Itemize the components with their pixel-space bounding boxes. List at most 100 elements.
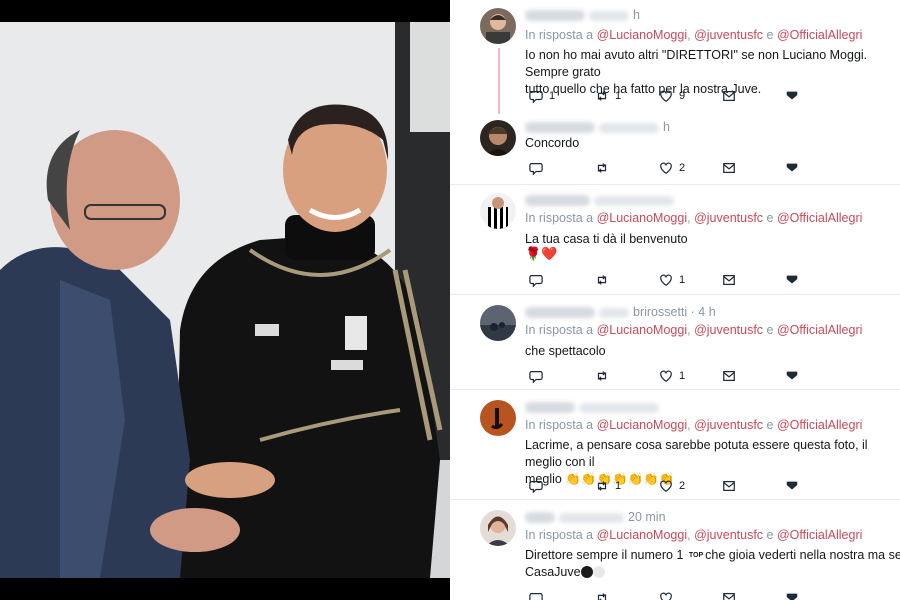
- mention-link[interactable]: @LucianoMoggi: [597, 323, 688, 337]
- like-icon: [660, 90, 672, 102]
- like-icon: [660, 162, 672, 174]
- reply-button[interactable]: [529, 590, 543, 600]
- like-icon: [660, 592, 672, 600]
- mention-link[interactable]: @juventusfc: [694, 418, 763, 432]
- message-icon: [723, 593, 735, 600]
- reply-icon: [529, 593, 543, 600]
- avatar[interactable]: [480, 510, 516, 546]
- reply-context: In risposta a @LucianoMoggi, @juventusfc…: [525, 323, 863, 337]
- avatar[interactable]: [480, 305, 516, 341]
- mention-link[interactable]: @OfficialAllegri: [777, 211, 862, 225]
- mention-link[interactable]: @juventusfc: [694, 28, 763, 42]
- retweet-icon: [597, 163, 607, 173]
- mention-link[interactable]: @OfficialAllegri: [777, 418, 862, 432]
- like-button[interactable]: 9: [659, 88, 685, 104]
- bookmark-icon: [786, 91, 798, 100]
- avatar[interactable]: [480, 120, 516, 156]
- tweet-actions: 1: [525, 368, 825, 384]
- tweet-6[interactable]: 20 min In risposta a @LucianoMoggi, @juv…: [450, 500, 900, 600]
- retweet-button[interactable]: [595, 272, 615, 288]
- like-button[interactable]: 1: [659, 272, 685, 288]
- bookmark-button[interactable]: [785, 478, 799, 494]
- reply-button[interactable]: [529, 478, 549, 494]
- message-icon: [723, 481, 735, 491]
- retweet-button[interactable]: [595, 368, 615, 384]
- reply-icon: [529, 481, 543, 493]
- like-icon: [660, 370, 672, 382]
- bookmark-button[interactable]: [785, 590, 799, 600]
- reply-button[interactable]: [529, 160, 549, 176]
- reply-context: In risposta a @LucianoMoggi, @juventusfc…: [525, 528, 863, 542]
- mention-link[interactable]: @LucianoMoggi: [597, 211, 688, 225]
- tweet-3[interactable]: In risposta a @LucianoMoggi, @juventusfc…: [450, 185, 900, 295]
- tweet-5[interactable]: In risposta a @LucianoMoggi, @juventusfc…: [450, 390, 900, 500]
- message-button[interactable]: [722, 590, 736, 600]
- tweet-actions: 1: [525, 272, 825, 288]
- bookmark-button[interactable]: [785, 272, 799, 288]
- tweet-meta: h: [525, 120, 670, 134]
- reply-icon: [529, 91, 543, 103]
- message-icon: [723, 275, 735, 285]
- retweet-icon: [597, 593, 607, 600]
- tweet-2[interactable]: h Concordo 2: [450, 110, 900, 185]
- avatar[interactable]: [480, 193, 516, 229]
- avatar[interactable]: [480, 400, 516, 436]
- like-icon: [660, 274, 672, 286]
- tweet-text: Direttore sempre il numero 1 TOP che gioi…: [525, 548, 900, 579]
- tweet-actions: 1 1 9: [525, 88, 825, 104]
- message-button[interactable]: [722, 88, 736, 104]
- like-button[interactable]: [659, 590, 673, 600]
- mention-link[interactable]: @OfficialAllegri: [777, 528, 862, 542]
- mention-link[interactable]: @OfficialAllegri: [777, 28, 862, 42]
- retweet-button[interactable]: [595, 160, 615, 176]
- retweet-button[interactable]: 1: [595, 478, 621, 494]
- bookmark-icon: [786, 275, 798, 284]
- mention-link[interactable]: @juventusfc: [694, 323, 763, 337]
- tweet-meta: h: [525, 8, 640, 22]
- like-button[interactable]: 2: [659, 160, 685, 176]
- retweet-button[interactable]: 1: [595, 88, 621, 104]
- retweet-icon: [597, 371, 607, 381]
- mention-link[interactable]: @LucianoMoggi: [597, 418, 688, 432]
- photo-illustration: [0, 0, 450, 600]
- like-button[interactable]: 2: [659, 478, 685, 494]
- tweet-1[interactable]: h In risposta a @LucianoMoggi, @juventus…: [450, 0, 900, 114]
- message-button[interactable]: [722, 160, 736, 176]
- reply-icon: [529, 163, 543, 175]
- tweet-meta: [525, 400, 663, 414]
- mention-link[interactable]: @OfficialAllegri: [777, 323, 862, 337]
- message-button[interactable]: [722, 478, 736, 494]
- tweet-text: che spettacolo: [525, 344, 606, 358]
- bookmark-button[interactable]: [785, 160, 799, 176]
- reply-button[interactable]: [529, 368, 549, 384]
- tweet-actions: [525, 590, 825, 600]
- retweet-icon: [597, 481, 607, 491]
- top-emoji: TOP: [688, 551, 704, 559]
- tweet-text: Concordo: [525, 136, 580, 150]
- photo: [0, 0, 450, 600]
- mention-link[interactable]: @LucianoMoggi: [597, 528, 688, 542]
- tweet-4[interactable]: brirossetti · 4 h In risposta a @Luciano…: [450, 295, 900, 390]
- retweet-icon: [597, 275, 607, 285]
- bookmark-button[interactable]: [785, 368, 799, 384]
- mention-link[interactable]: @LucianoMoggi: [597, 28, 688, 42]
- bookmark-icon: [786, 593, 798, 600]
- message-icon: [723, 371, 735, 381]
- like-button[interactable]: 1: [659, 368, 685, 384]
- reply-button[interactable]: [529, 272, 549, 288]
- reply-icon: [529, 275, 543, 287]
- avatar[interactable]: [480, 8, 516, 44]
- tweet-text: La tua casa ti dà il benvenuto: [525, 232, 688, 246]
- tweet-meta: [525, 193, 678, 207]
- bookmark-icon: [786, 371, 798, 380]
- message-button[interactable]: [722, 272, 736, 288]
- retweet-button[interactable]: [595, 590, 609, 600]
- mention-link[interactable]: @juventusfc: [694, 528, 763, 542]
- bookmark-button[interactable]: [785, 88, 799, 104]
- reply-button[interactable]: 1: [529, 88, 555, 104]
- like-icon: [660, 480, 672, 492]
- message-button[interactable]: [722, 368, 736, 384]
- mention-link[interactable]: @juventusfc: [694, 211, 763, 225]
- message-icon: [723, 163, 735, 173]
- reply-context: In risposta a @LucianoMoggi, @juventusfc…: [525, 211, 863, 225]
